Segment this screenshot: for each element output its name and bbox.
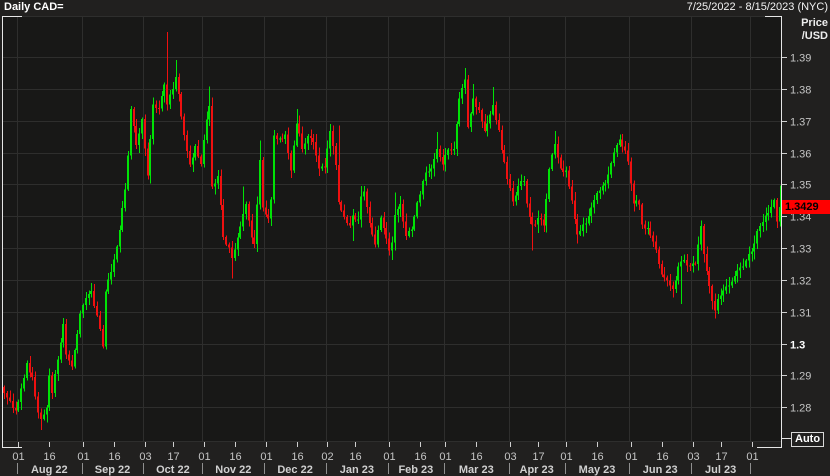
svg-text:03: 03 [504, 451, 516, 463]
svg-text:16: 16 [470, 451, 482, 463]
auto-button[interactable]: Auto [791, 432, 825, 447]
svg-text:Aug 22: Aug 22 [31, 464, 68, 476]
svg-text:01: 01 [625, 451, 637, 463]
price-axis-title: Price /USD [782, 17, 828, 43]
date-axis: 01 16 01 16 03 17 01 16 01 16 02 16 01 16 01 16 03 17 01 16… [12, 442, 759, 476]
svg-text:1.29: 1.29 [790, 371, 811, 383]
svg-text:Dec 22: Dec 22 [277, 464, 312, 476]
svg-text:Jan 23: Jan 23 [340, 464, 374, 476]
svg-text:Oct 22: Oct 22 [156, 464, 190, 476]
svg-text:01: 01 [77, 451, 89, 463]
svg-text:17: 17 [532, 451, 544, 463]
svg-text:Jul 23: Jul 23 [705, 464, 736, 476]
svg-text:1.39: 1.39 [790, 53, 811, 65]
svg-text:01: 01 [746, 451, 758, 463]
svg-text:16: 16 [108, 451, 120, 463]
svg-text:16: 16 [43, 451, 55, 463]
svg-text:1.32: 1.32 [790, 276, 811, 288]
svg-text:Mar 23: Mar 23 [459, 464, 494, 476]
svg-text:16: 16 [414, 451, 426, 463]
svg-text:01: 01 [383, 451, 395, 463]
svg-text:01: 01 [439, 451, 451, 463]
svg-text:May 23: May 23 [579, 464, 616, 476]
svg-text:Apr 23: Apr 23 [520, 464, 554, 476]
plot-background [3, 16, 781, 441]
svg-text:01: 01 [560, 451, 572, 463]
svg-text:1.33: 1.33 [790, 244, 811, 256]
svg-text:16: 16 [591, 451, 603, 463]
svg-text:02: 02 [321, 451, 333, 463]
svg-text:1.3: 1.3 [790, 340, 805, 352]
svg-text:1.28: 1.28 [790, 403, 811, 415]
price-axis-title-line1: Price [801, 17, 828, 29]
svg-text:1.36: 1.36 [790, 149, 811, 161]
svg-text:16: 16 [291, 451, 303, 463]
svg-text:16: 16 [349, 451, 361, 463]
svg-text:01: 01 [12, 451, 24, 463]
svg-text:16: 16 [656, 451, 668, 463]
svg-text:17: 17 [167, 451, 179, 463]
price-axis: 1.391.381.371.361.351.341.331.321.311.31… [782, 53, 811, 415]
candlestick-chart[interactable]: 1.391.381.371.361.351.341.331.321.311.31… [0, 0, 830, 476]
price-axis-title-line2: /USD [801, 30, 828, 42]
svg-text:1.37: 1.37 [790, 117, 811, 129]
svg-text:03: 03 [687, 451, 699, 463]
svg-text:1.38: 1.38 [790, 85, 811, 97]
svg-text:01: 01 [198, 451, 210, 463]
svg-text:Nov 22: Nov 22 [215, 464, 251, 476]
svg-text:16: 16 [229, 451, 241, 463]
svg-text:Sep 22: Sep 22 [95, 464, 130, 476]
svg-text:01: 01 [260, 451, 272, 463]
svg-text:1.31: 1.31 [790, 308, 811, 320]
svg-text:Feb 23: Feb 23 [398, 464, 433, 476]
chart-window: Daily CAD= 7/25/2022 - 8/15/2023 (NYC) 1… [0, 0, 830, 476]
svg-text:Jun 23: Jun 23 [643, 464, 678, 476]
svg-text:03: 03 [139, 451, 151, 463]
svg-text:17: 17 [715, 451, 727, 463]
last-price-badge: 1.3429 [782, 200, 830, 214]
svg-text:1.35: 1.35 [790, 180, 811, 192]
